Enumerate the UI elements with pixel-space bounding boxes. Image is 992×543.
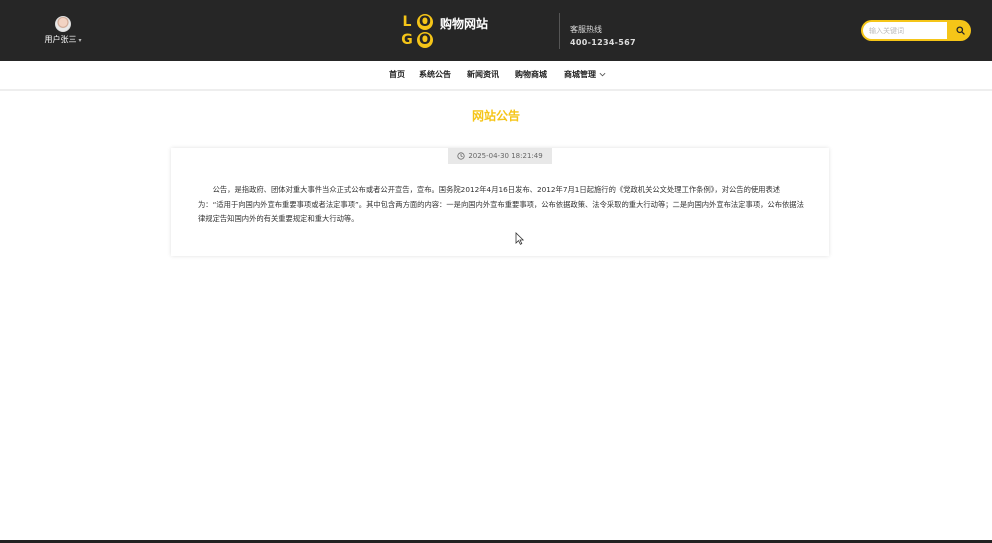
search-input[interactable] [863, 22, 947, 39]
announcement-card: 2025-04-30 18:21:49 公告，是指政府、团体对重大事件当众正式公… [171, 148, 829, 256]
user-name-label: 用户张三 [44, 35, 77, 44]
chevron-down-icon [599, 72, 606, 77]
timestamp-badge: 2025-04-30 18:21:49 [448, 148, 552, 164]
clock-icon [457, 152, 465, 160]
header-divider [559, 13, 560, 49]
nav-item-announcements[interactable]: 系统公告 [419, 69, 451, 80]
nav-item-news[interactable]: 新闻资讯 [467, 69, 499, 80]
search-button[interactable] [949, 20, 971, 41]
search-box [861, 20, 971, 41]
mouse-cursor-icon [515, 232, 524, 245]
nav-item-mall-management[interactable]: 商城管理 [564, 69, 606, 80]
timestamp-text: 2025-04-30 18:21:49 [468, 152, 543, 160]
avatar[interactable] [55, 16, 71, 32]
hotline-label: 客服热线 [570, 25, 602, 34]
main-nav: 首页 系统公告 新闻资讯 购物商城 商城管理 [0, 61, 992, 91]
logo-letter: L [402, 14, 412, 30]
logo-letter: O [417, 32, 433, 48]
nav-item-label: 商城管理 [564, 70, 596, 79]
logo-letter: O [417, 14, 433, 30]
nav-item-home[interactable]: 首页 [389, 69, 405, 80]
user-name[interactable]: 用户张三 ▾ [40, 34, 86, 45]
search-icon [955, 26, 965, 35]
site-name[interactable]: 购物网站 [440, 15, 488, 32]
logo-letter: G [401, 32, 413, 48]
nav-item-mall[interactable]: 购物商城 [515, 69, 547, 80]
hotline-number: 400-1234-567 [570, 38, 636, 47]
top-header: 用户张三 ▾ L O G O 购物网站 客服热线 400-1234-567 [0, 0, 992, 61]
user-menu[interactable]: 用户张三 ▾ [40, 16, 86, 45]
site-logo[interactable]: L O G O [399, 14, 433, 48]
caret-down-icon: ▾ [78, 37, 82, 44]
page-title: 网站公告 [471, 109, 520, 123]
announcement-content: 公告，是指政府、团体对重大事件当众正式公布或者公开宣告，宣布。国务院2012年4… [198, 185, 804, 223]
